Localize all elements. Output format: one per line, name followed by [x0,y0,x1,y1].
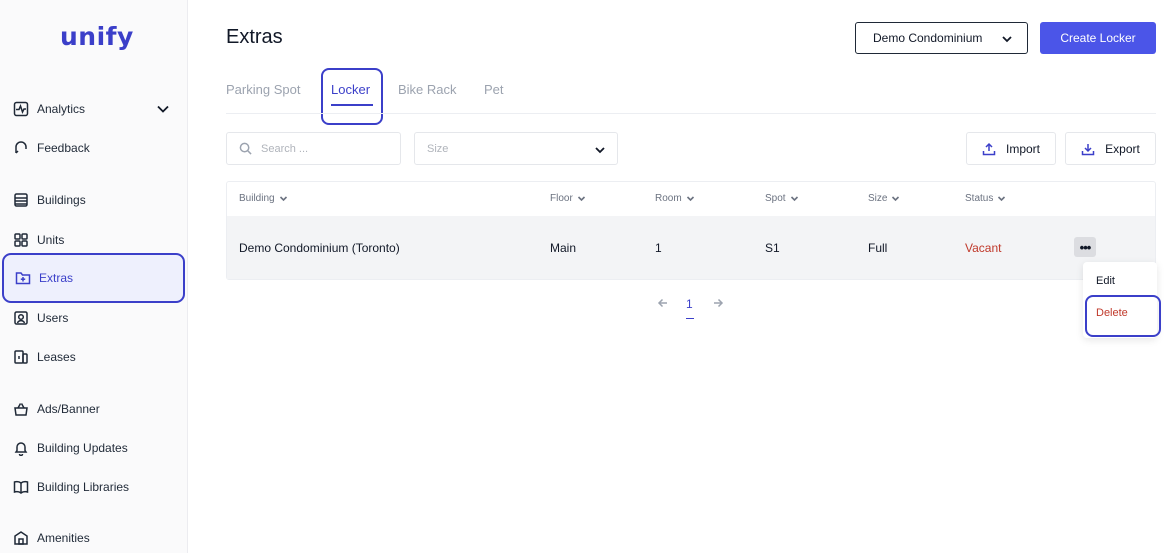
bell-icon [12,440,29,457]
building-select-value: Demo Condominium [873,31,983,45]
create-locker-button[interactable]: Create Locker [1040,22,1156,54]
leases-icon [12,349,29,366]
download-icon [1081,143,1095,155]
column-header-label: Status [965,193,994,204]
upload-icon [982,142,996,155]
search-field[interactable] [226,132,401,165]
sidebar-item-leases[interactable]: Leases [0,343,188,371]
size-select-placeholder: Size [427,142,449,155]
sidebar-item-units[interactable]: Units [0,226,188,254]
sidebar-item-label: Amenities [37,531,90,545]
sidebar-item-analytics[interactable]: Analytics [0,95,188,123]
sidebar-item-building-libraries[interactable]: Building Libraries [0,473,188,501]
book-icon [12,479,29,496]
chevron-down-icon [892,196,900,202]
chevron-down-icon [595,147,605,154]
column-header-size[interactable]: Size [868,193,900,204]
chevron-down-icon [1002,36,1012,43]
chevron-down-icon[interactable] [156,102,170,116]
cell-building: Demo Condominium (Toronto) [239,241,400,255]
sidebar-item-label: Units [37,233,65,247]
status-badge: Vacant [965,241,1002,255]
search-input[interactable] [261,142,391,155]
column-header-status[interactable]: Status [965,193,1006,204]
chevron-down-icon [790,196,798,202]
sidebar-item-label: Buildings [37,193,86,207]
arrow-right-icon [714,298,724,308]
column-header-room[interactable]: Room [655,193,695,204]
buildings-icon [12,192,29,209]
export-label: Export [1105,141,1140,156]
import-label: Import [1005,141,1040,156]
sidebar-item-label: Users [37,311,69,325]
tabs-divider [226,113,1156,114]
chevron-down-icon [577,196,585,202]
building-select[interactable]: Demo Condominium [855,22,1028,54]
search-icon [239,142,252,155]
chevron-down-icon [998,196,1006,202]
current-page-indicator [686,318,694,319]
sidebar-item-label: Building Updates [37,441,128,455]
feedback-icon [12,140,29,157]
sidebar-item-feedback[interactable]: Feedback [0,134,188,162]
column-header-spot[interactable]: Spot [765,193,799,204]
sidebar-item-label: Analytics [37,102,86,116]
sidebar-item-users[interactable]: Users [0,304,188,332]
tab-bike-rack[interactable]: Bike Rack [398,82,457,97]
column-header-label: Building [239,193,275,204]
column-header-label: Floor [550,193,573,204]
row-actions-button[interactable]: ••• [1074,237,1096,257]
extras-icon [14,270,31,287]
units-icon [12,232,29,249]
export-button[interactable]: Export [1065,132,1156,165]
tab-highlight-box [321,68,383,125]
column-header-floor[interactable]: Floor [550,193,586,204]
tab-parking-spot[interactable]: Parking Spot [226,82,300,97]
sidebar-item-ads-banner[interactable]: Ads/Banner [0,395,188,423]
sidebar-item-label: Feedback [37,141,90,155]
import-button[interactable]: Import [966,132,1056,165]
sidebar-item-amenities[interactable]: Amenities [0,524,188,552]
column-header-label: Size [868,193,888,204]
sidebar: unify Analytics Feedback Buildings Units… [0,0,188,553]
chevron-down-icon [686,196,694,202]
pagination-next-button[interactable] [712,296,724,308]
column-header-label: Room [655,193,682,204]
more-horizontal-icon: ••• [1079,239,1092,255]
page-title: Extras [226,26,283,48]
sidebar-item-label: Extras [39,271,74,285]
column-header-building[interactable]: Building [239,193,288,204]
pagination-prev-button[interactable] [657,296,669,308]
cell-room: 1 [655,241,662,255]
cell-floor: Main [550,241,577,255]
pagination-page-1[interactable]: 1 [686,297,693,311]
size-select[interactable]: Size [414,132,618,165]
sidebar-item-buildings[interactable]: Buildings [0,186,188,214]
arrow-left-icon [657,298,667,308]
sidebar-item-label: Leases [37,350,76,364]
chevron-down-icon [279,196,287,202]
users-icon [12,310,29,327]
ads-icon [12,401,29,418]
sidebar-item-label: Building Libraries [37,480,130,494]
delete-highlight-box [1085,295,1161,337]
sidebar-item-building-updates[interactable]: Building Updates [0,434,188,462]
sidebar-item-label: Ads/Banner [37,402,100,416]
cell-spot: S1 [765,241,780,255]
amenities-icon [12,530,29,547]
menu-item-edit[interactable]: Edit [1096,275,1115,287]
cell-size: Full [868,241,888,255]
sidebar-item-extras[interactable]: Extras [2,253,185,303]
column-header-label: Spot [765,193,786,204]
unify-logo: unify [60,22,134,51]
tab-pet[interactable]: Pet [484,82,504,97]
analytics-icon [12,101,29,118]
